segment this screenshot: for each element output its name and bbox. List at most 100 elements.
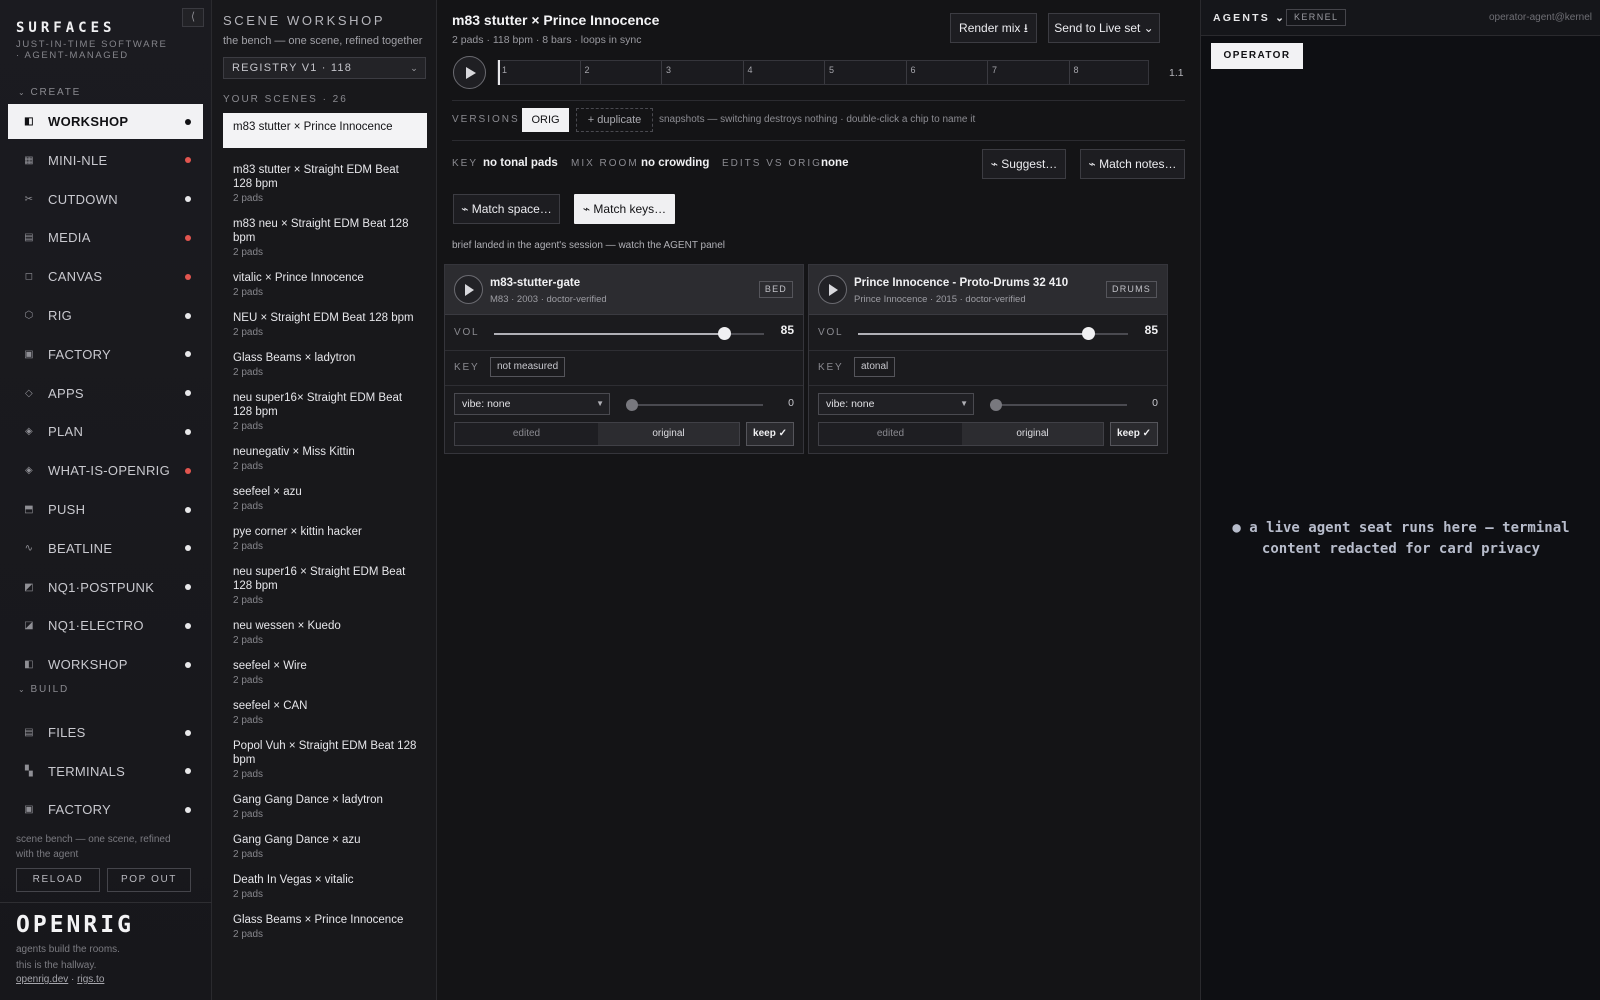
- reload-button[interactable]: RELOAD: [16, 868, 100, 892]
- original-option[interactable]: original: [962, 423, 1103, 445]
- sidebar-item-what-is-openrig[interactable]: ◈ WHAT-IS-OPENRIG: [8, 453, 203, 488]
- build-section-toggle[interactable]: ⌄ BUILD: [18, 684, 69, 695]
- scene-list-item[interactable]: Gang Gang Dance × ladytron 2 pads: [223, 786, 427, 826]
- sidebar-item-label: MINI-NLE: [48, 152, 108, 168]
- scene-list-item[interactable]: m83 stutter × Prince Innocence: [223, 113, 427, 148]
- scene-list-item[interactable]: Gang Gang Dance × azu 2 pads: [223, 826, 427, 866]
- vibe-select[interactable]: vibe: none ▼: [818, 393, 974, 415]
- sidebar-item-terminals[interactable]: ▚ TERMINALS: [8, 754, 203, 789]
- sidebar-item-workshop[interactable]: ◧ WORKSHOP: [8, 104, 203, 139]
- scene-list-item[interactable]: neunegativ × Miss Kittin 2 pads: [223, 438, 427, 478]
- rigs-link[interactable]: rigs.to: [77, 974, 104, 985]
- collapse-sidebar-button[interactable]: ⟨: [182, 8, 204, 27]
- sidebar-item-rig[interactable]: ⬡ RIG: [8, 298, 203, 333]
- edited-original-toggle[interactable]: edited original: [818, 422, 1104, 446]
- registry-select[interactable]: REGISTRY V1 · 118 ⌄: [223, 57, 426, 79]
- operator-tab[interactable]: OPERATOR: [1211, 43, 1303, 69]
- play-icon: [466, 67, 476, 79]
- original-option[interactable]: original: [598, 423, 739, 445]
- edited-original-toggle[interactable]: edited original: [454, 422, 740, 446]
- mix-room-label: MIX ROOM: [571, 158, 639, 169]
- keep-button[interactable]: keep ✓: [746, 422, 794, 446]
- volume-slider[interactable]: [494, 327, 764, 340]
- scene-list-item[interactable]: m83 stutter × Straight EDM Beat 128 bpm 2…: [223, 156, 427, 210]
- scene-meta: 2 pads: [233, 595, 264, 606]
- send-to-live-button[interactable]: Send to Live set ⌄: [1048, 13, 1160, 43]
- agents-menu[interactable]: AGENTS ⌄: [1213, 12, 1286, 24]
- vibe-slider[interactable]: [626, 399, 763, 411]
- scene-name: m83 stutter × Straight EDM Beat 128 bpm: [233, 164, 399, 190]
- volume-knob[interactable]: [718, 327, 731, 340]
- sidebar-item-factory[interactable]: ▣ FACTORY: [8, 337, 203, 372]
- terminal-icon: ▚: [25, 765, 33, 777]
- tagline-line-1: agents build the rooms.: [16, 944, 120, 955]
- scene-list-item[interactable]: Glass Beams × ladytron 2 pads: [223, 344, 427, 384]
- scene-subtitle: 2 pads · 118 bpm · 8 bars · loops in syn…: [452, 34, 642, 46]
- suggest-button[interactable]: ⌁ Suggest…: [982, 149, 1066, 179]
- match-space-button[interactable]: ⌁ Match space…: [453, 194, 560, 224]
- volume-slider[interactable]: [858, 327, 1128, 340]
- sidebar-item-push[interactable]: ⬒ PUSH: [8, 492, 203, 527]
- vibe-knob[interactable]: [626, 399, 638, 411]
- brand-subtitle: JUST-IN-TIME SOFTWARE · AGENT-MANAGED: [16, 39, 168, 61]
- sidebar-item-workshop[interactable]: ◧ WORKSHOP: [8, 647, 203, 682]
- openrig-link[interactable]: openrig.dev: [16, 974, 68, 985]
- scene-list-item[interactable]: neu super16× Straight EDM Beat 128 bpm 2 …: [223, 384, 427, 438]
- scene-list-item[interactable]: seefeel × CAN 2 pads: [223, 692, 427, 732]
- keep-button[interactable]: keep ✓: [1110, 422, 1158, 446]
- scene-list-item[interactable]: neu wessen × Kuedo 2 pads: [223, 612, 427, 652]
- pad-play-button[interactable]: [818, 275, 847, 304]
- workshop-icon: ◧: [24, 659, 34, 671]
- edited-option[interactable]: edited: [455, 423, 598, 445]
- sidebar-item-apps[interactable]: ◇ APPS: [8, 376, 203, 411]
- sidebar-item-files[interactable]: ▤ FILES: [8, 715, 203, 750]
- scene-list-item[interactable]: seefeel × Wire 2 pads: [223, 652, 427, 692]
- pad-meta: M83 · 2003 · doctor-verified: [490, 294, 607, 305]
- scene-list-item[interactable]: vitalic × Prince Innocence 2 pads: [223, 264, 427, 304]
- scene-list-item[interactable]: seefeel × azu 2 pads: [223, 478, 427, 518]
- status-dot: [185, 729, 191, 736]
- scene-list-item[interactable]: NEU × Straight EDM Beat 128 bpm 2 pads: [223, 304, 427, 344]
- sidebar-item-mini-nle[interactable]: ▦ MINI-NLE: [8, 143, 203, 178]
- sidebar-item-factory[interactable]: ▣ FACTORY: [8, 792, 203, 827]
- sidebar-item-nq1-postpunk[interactable]: ◩ NQ1·POSTPUNK: [8, 570, 203, 605]
- scene-list-item[interactable]: Glass Beams × Prince Innocence 2 pads: [223, 906, 427, 946]
- create-section-toggle[interactable]: ⌄ CREATE: [18, 87, 81, 98]
- version-chip-orig[interactable]: ORIG: [522, 108, 569, 132]
- divider: [445, 350, 803, 351]
- timeline[interactable]: 1 2345678: [497, 60, 1149, 85]
- scene-list-item[interactable]: Death In Vegas × vitalic 2 pads: [223, 866, 427, 906]
- scene-meta: 2 pads: [233, 929, 264, 940]
- sidebar-item-label: MEDIA: [48, 230, 91, 246]
- duplicate-version-button[interactable]: + duplicate: [576, 108, 653, 132]
- sidebar-item-cutdown[interactable]: ✂ CUTDOWN: [8, 182, 203, 217]
- sidebar-item-plan[interactable]: ◈ PLAN: [8, 414, 203, 449]
- sidebar-item-media[interactable]: ▤ MEDIA: [8, 220, 203, 255]
- sidebar-item-canvas[interactable]: ◻ CANVAS: [8, 259, 203, 294]
- scene-meta: 2 pads: [233, 849, 264, 860]
- create-section-label: CREATE: [30, 87, 82, 98]
- scene-list-item[interactable]: m83 neu × Straight EDM Beat 128 bpm 2 pad…: [223, 210, 427, 264]
- render-mix-button[interactable]: Render mix ⭳: [950, 13, 1037, 43]
- scene-list-item[interactable]: pye corner × kittin hacker 2 pads: [223, 518, 427, 558]
- diamond-icon: ◇: [25, 387, 33, 399]
- vibe-knob[interactable]: [990, 399, 1002, 411]
- bar-marker: 1: [502, 65, 508, 75]
- edited-option[interactable]: edited: [819, 423, 962, 445]
- vibe-slider[interactable]: [990, 399, 1127, 411]
- terminal-placeholder: ● a live agent seat runs here — terminal…: [1232, 520, 1570, 557]
- volume-knob[interactable]: [1082, 327, 1095, 340]
- sidebar-item-nq1-electro[interactable]: ◪ NQ1·ELECTRO: [8, 608, 203, 643]
- scene-meta: 2 pads: [233, 541, 264, 552]
- scene-list-item[interactable]: neu super16 × Straight EDM Beat 128 bpm 2…: [223, 558, 427, 612]
- vibe-select[interactable]: vibe: none ▼: [454, 393, 610, 415]
- sidebar-item-beatline[interactable]: ∿ BEATLINE: [8, 531, 203, 566]
- match-keys-button[interactable]: ⌁ Match keys…: [574, 194, 675, 224]
- play-button[interactable]: [453, 56, 486, 89]
- scene-list-item[interactable]: Popol Vuh × Straight EDM Beat 128 bpm 2 p…: [223, 732, 427, 786]
- pad-play-button[interactable]: [454, 275, 483, 304]
- kernel-badge: KERNEL: [1286, 9, 1347, 26]
- match-notes-button[interactable]: ⌁ Match notes…: [1080, 149, 1185, 179]
- pop-out-button[interactable]: POP OUT: [107, 868, 191, 892]
- scene-name: neu super16 × Straight EDM Beat 128 bpm: [233, 566, 406, 592]
